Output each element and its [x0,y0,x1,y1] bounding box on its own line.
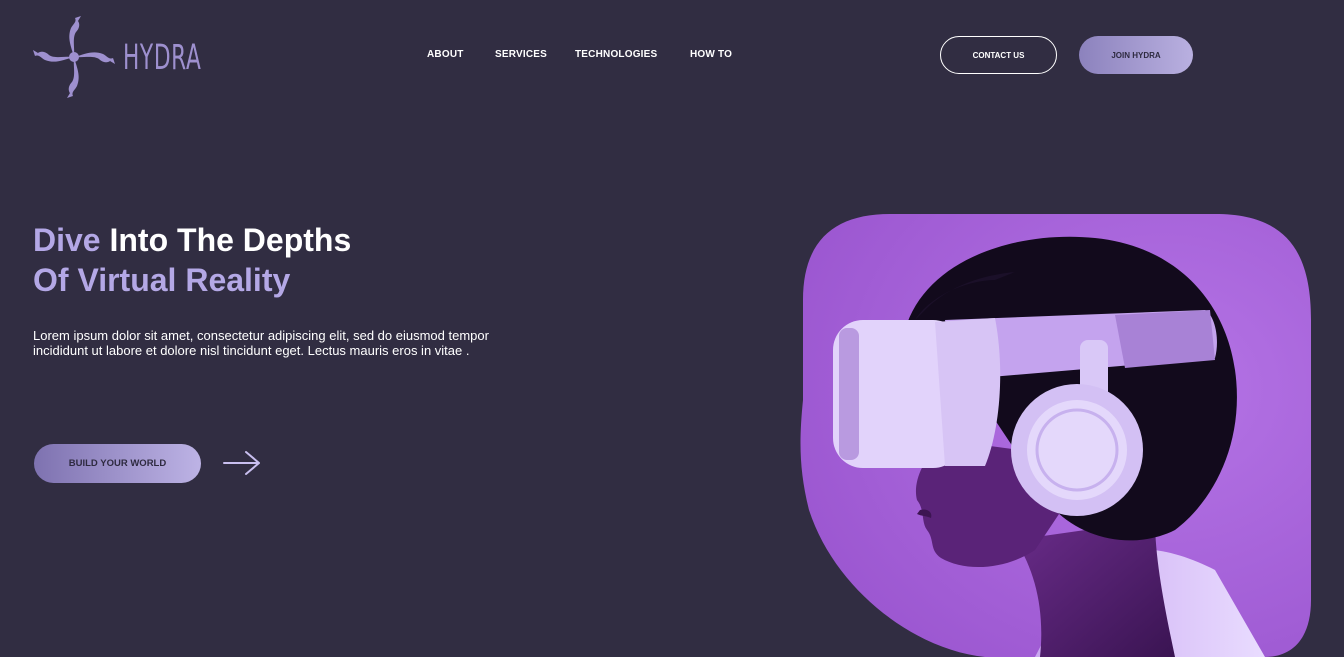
nav-item-about[interactable]: ABOUT [427,49,464,60]
vr-headset-person-image [800,214,1312,657]
join-hydra-button[interactable]: JOIN HYDRA [1079,36,1193,74]
nav-item-technologies[interactable]: TECHNOLOGIES [575,49,657,60]
brand-name: HYDRA [123,38,202,78]
brand-logo[interactable]: HYDRA [31,14,250,100]
headline-accent-word: Dive [33,222,101,258]
headline-line1-rest: Into The Depths [100,222,352,258]
headline-line2: Of Virtual Reality [33,262,291,298]
hydra-swirl-icon [33,16,115,98]
hero-headline: Dive Into The Depths Of Virtual Reality [33,220,351,300]
landing-page: HYDRA ABOUT SERVICES TECHNOLOGIES HOW TO… [0,0,1344,657]
arrow-right-icon[interactable] [222,449,262,477]
nav-item-how-to[interactable]: HOW TO [690,49,732,60]
contact-us-button[interactable]: CONTACT US [940,36,1057,74]
nav-item-services[interactable]: SERVICES [495,49,547,60]
hero-description: Lorem ipsum dolor sit amet, consectetur … [33,328,489,358]
build-your-world-button[interactable]: BUILD YOUR WORLD [34,444,201,483]
